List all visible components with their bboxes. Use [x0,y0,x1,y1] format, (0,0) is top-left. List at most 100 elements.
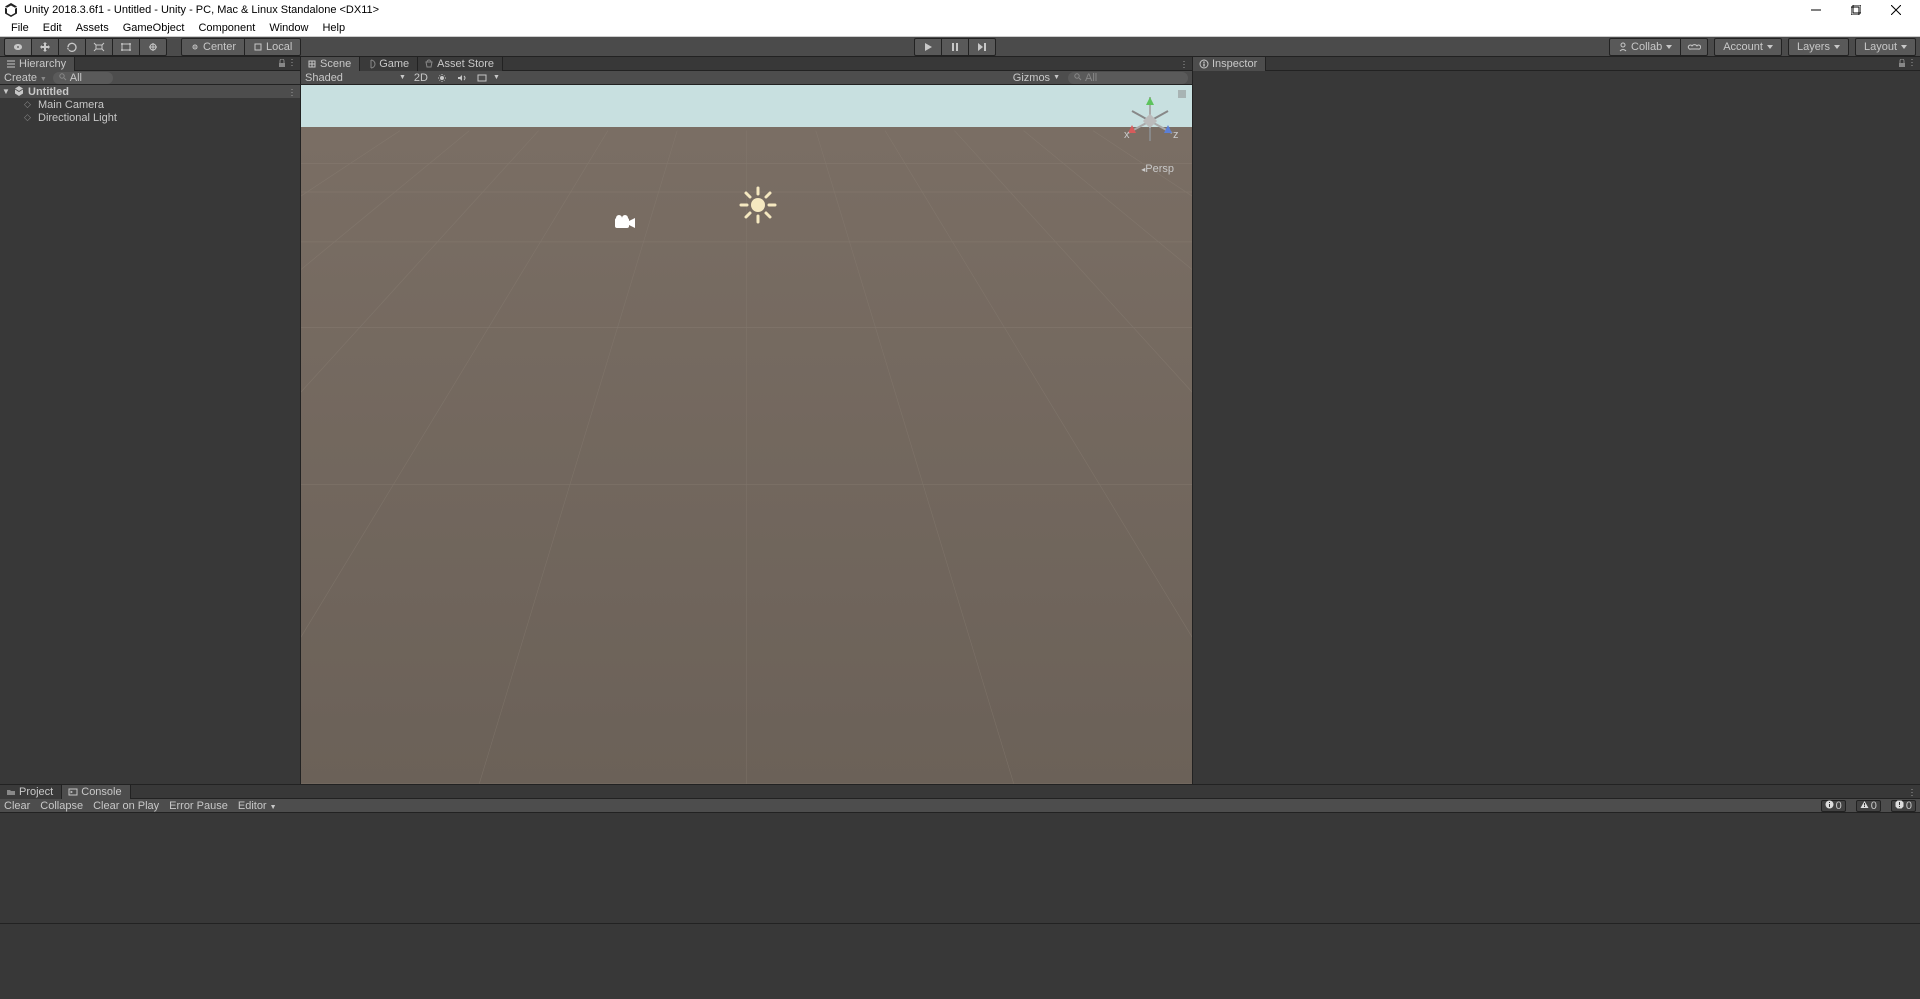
menu-edit[interactable]: Edit [36,22,69,34]
game-tab[interactable]: Game [360,57,418,71]
scene-search[interactable]: All [1068,72,1188,84]
hierarchy-panel: Hierarchy Create ▼ All ▼ Un [0,57,301,784]
inspector-tab-label: Inspector [1212,58,1257,70]
scene-options-icon[interactable] [288,88,296,96]
console-details[interactable] [0,924,1920,999]
create-dropdown[interactable]: Create ▼ [4,72,47,84]
gameobject-icon: ◇ [24,99,36,110]
maximize-button[interactable] [1836,0,1876,20]
move-tool-button[interactable] [31,38,59,56]
error-pause-button[interactable]: Error Pause [169,800,228,812]
project-icon [6,787,16,797]
project-tab-label: Project [19,786,53,798]
close-button[interactable] [1876,0,1916,20]
error-count: 0 [1906,800,1912,812]
axis-z-label: z [1173,129,1179,141]
game-icon [366,59,376,69]
hierarchy-scene-row[interactable]: ▼ Untitled [0,85,300,98]
rect-tool-button[interactable] [112,38,140,56]
menu-file[interactable]: File [4,22,36,34]
error-count-toggle[interactable]: 0 [1891,800,1916,812]
inspector-tab[interactable]: Inspector [1193,57,1266,71]
panel-options-icon[interactable] [288,58,296,66]
hierarchy-tab[interactable]: Hierarchy [0,57,75,71]
warn-count-toggle[interactable]: 0 [1856,800,1881,812]
collab-label: Collab [1631,41,1662,53]
clear-button[interactable]: Clear [4,800,30,812]
pivot-local-button[interactable]: Local [244,38,301,56]
pivot-local-label: Local [266,41,292,53]
scene-icon [307,59,317,69]
transform-tool-button[interactable] [139,38,167,56]
orientation-gizmo[interactable]: x z [1120,91,1180,151]
menu-window[interactable]: Window [262,22,315,34]
step-button[interactable] [968,38,996,56]
pivot-center-button[interactable]: Center [181,38,245,56]
asset-store-tab-label: Asset Store [437,58,494,70]
cloud-button[interactable] [1680,38,1708,56]
console-messages[interactable] [0,813,1920,923]
inspector-icon [1199,59,1209,69]
layers-button[interactable]: Layers [1788,38,1849,56]
search-icon [1074,72,1082,84]
titlebar: Unity 2018.3.6f1 - Untitled - Unity - PC… [0,0,1920,20]
gameobject-icon: ◇ [24,112,36,123]
asset-store-tab[interactable]: Asset Store [418,57,503,71]
game-tab-label: Game [379,58,409,70]
scene-panel: Scene Game Asset Store Shaded▼ 2D ▼ [301,57,1193,784]
clear-on-play-button[interactable]: Clear on Play [93,800,159,812]
console-panel: Project Console Clear Collapse Clear on … [0,784,1920,999]
hierarchy-item[interactable]: ◇ Main Camera [0,98,300,111]
hierarchy-item-label: Main Camera [38,99,104,111]
panel-lock-icon[interactable] [278,58,286,70]
2d-toggle[interactable]: 2D [414,72,428,84]
shading-mode-dropdown[interactable]: Shaded▼ [305,72,406,84]
collapse-button[interactable]: Collapse [40,800,83,812]
project-tab[interactable]: Project [0,785,62,799]
editor-dropdown[interactable]: Editor ▼ [238,800,277,812]
account-button[interactable]: Account [1714,38,1782,56]
fx-toggle[interactable]: ▼ [476,73,500,83]
scene-tab[interactable]: Scene [301,57,360,71]
unity-logo-icon [4,3,18,17]
axis-x-label: x [1124,129,1130,141]
hand-tool-button[interactable] [4,38,32,56]
search-placeholder: All [1085,72,1097,84]
layout-button[interactable]: Layout [1855,38,1916,56]
scene-viewport[interactable]: x z ◂Persp [301,85,1192,784]
lighting-toggle[interactable] [436,73,448,83]
console-tab-label: Console [81,786,121,798]
menu-assets[interactable]: Assets [69,22,116,34]
panel-options-icon[interactable] [1908,58,1916,66]
hierarchy-item-label: Directional Light [38,112,117,124]
menu-component[interactable]: Component [191,22,262,34]
console-icon [68,787,78,797]
perspective-label[interactable]: ◂Persp [1141,163,1174,175]
hierarchy-tab-label: Hierarchy [19,58,66,70]
panel-options-icon[interactable] [1180,60,1188,68]
scale-tool-button[interactable] [85,38,113,56]
info-count-toggle[interactable]: 0 [1821,800,1846,812]
error-icon [1895,800,1904,812]
pause-button[interactable] [941,38,969,56]
hierarchy-item[interactable]: ◇ Directional Light [0,111,300,124]
audio-toggle[interactable] [456,73,468,83]
panel-options-icon[interactable] [1908,788,1916,796]
camera-gizmo-icon[interactable] [613,213,637,231]
hierarchy-search[interactable]: All [53,72,113,84]
info-count: 0 [1836,800,1842,812]
menubar: File Edit Assets GameObject Component Wi… [0,20,1920,37]
minimize-button[interactable] [1796,0,1836,20]
play-button[interactable] [914,38,942,56]
menu-help[interactable]: Help [315,22,352,34]
rotate-tool-button[interactable] [58,38,86,56]
directional-light-gizmo-icon[interactable] [738,185,778,225]
panel-lock-icon[interactable] [1898,58,1906,70]
collab-button[interactable]: Collab [1609,38,1681,56]
inspector-panel: Inspector [1193,57,1920,784]
console-tab[interactable]: Console [62,785,130,799]
expand-arrow-icon[interactable]: ▼ [2,87,12,96]
gizmos-dropdown[interactable]: Gizmos ▼ [1013,72,1060,84]
layers-label: Layers [1797,41,1830,53]
menu-gameobject[interactable]: GameObject [116,22,192,34]
